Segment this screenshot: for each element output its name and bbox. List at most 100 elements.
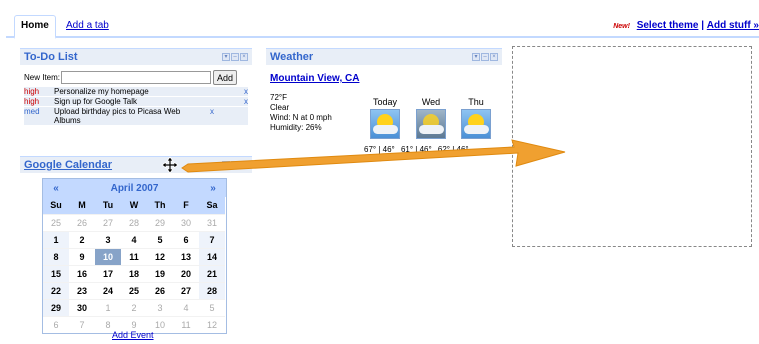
close-icon[interactable]: × [490, 53, 498, 61]
calendar-day[interactable]: 30 [173, 214, 199, 231]
current-humidity: Humidity: 26% [270, 123, 322, 132]
calendar-day[interactable]: 7 [69, 316, 95, 333]
calendar-day[interactable]: 25 [43, 214, 69, 231]
todo-item[interactable]: high Sign up for Google Talk x [24, 97, 248, 106]
calendar-day[interactable]: 29 [43, 299, 69, 316]
calendar-day[interactable]: 20 [173, 265, 199, 282]
weather-city-link[interactable]: Mountain View, CA [270, 73, 502, 84]
forecast-temp: 61° | 46° [400, 145, 432, 154]
close-icon[interactable]: × [240, 161, 248, 169]
menu-icon[interactable]: ▾ [472, 53, 480, 61]
select-theme-link[interactable]: Select theme [637, 20, 699, 31]
tab-home[interactable]: Home [14, 15, 56, 39]
day-of-week-label: F [173, 197, 199, 214]
calendar-day[interactable]: 3 [147, 299, 173, 316]
calendar-day[interactable]: 28 [121, 214, 147, 231]
minimize-icon[interactable]: – [231, 161, 239, 169]
remove-icon[interactable]: x [204, 107, 214, 125]
menu-icon[interactable]: ▾ [222, 161, 230, 169]
calendar-day[interactable]: 10 [95, 248, 121, 265]
weather-title: Weather [270, 51, 314, 63]
add-stuff-link[interactable]: Add stuff » [707, 20, 759, 31]
prev-month-button[interactable]: « [43, 183, 69, 194]
calendar-day[interactable]: 28 [199, 282, 225, 299]
calendar-day[interactable]: 4 [173, 299, 199, 316]
priority-label[interactable]: high [24, 87, 54, 96]
calendar-day[interactable]: 8 [43, 248, 69, 265]
remove-icon[interactable]: x [238, 97, 248, 106]
calendar-day[interactable]: 11 [121, 248, 147, 265]
calendar-day[interactable]: 1 [95, 299, 121, 316]
calendar-day[interactable]: 15 [43, 265, 69, 282]
day-of-week-label: M [69, 197, 95, 214]
tab-bar: Home Add a tab New! Select theme | Add s… [6, 10, 759, 39]
priority-label[interactable]: med [24, 107, 54, 125]
calendar-day[interactable]: 2 [69, 231, 95, 248]
calendar-day[interactable]: 26 [69, 214, 95, 231]
minimize-icon[interactable]: – [481, 53, 489, 61]
menu-icon[interactable]: ▾ [222, 53, 230, 61]
calendar-day[interactable]: 5 [199, 299, 225, 316]
mini-calendar: « April 2007 » Su M Tu W Th F Sa 25 26 27 28 29 30 31… [42, 178, 227, 334]
calendar-day[interactable]: 18 [121, 265, 147, 282]
forecast-temp: 62° | 46° [437, 145, 469, 154]
add-item-button[interactable]: Add [213, 70, 238, 85]
drop-target-placeholder[interactable] [512, 46, 752, 247]
calendar-day[interactable]: 27 [95, 214, 121, 231]
calendar-day[interactable]: 16 [69, 265, 95, 282]
calendar-day[interactable]: 26 [147, 282, 173, 299]
calendar-day[interactable]: 13 [173, 248, 199, 265]
todo-item[interactable]: med Upload birthday pics to Picasa Web A… [24, 107, 248, 125]
calendar-day[interactable]: 1 [43, 231, 69, 248]
calendar-day[interactable]: 9 [69, 248, 95, 265]
forecast-day-label: Wed [421, 97, 441, 107]
calendar-day[interactable]: 29 [147, 214, 173, 231]
calendar-day[interactable]: 7 [199, 231, 225, 248]
calendar-day[interactable]: 6 [43, 316, 69, 333]
add-event-link[interactable]: Add Event [112, 330, 154, 340]
day-of-week-label: Tu [95, 197, 121, 214]
calendar-day[interactable]: 22 [43, 282, 69, 299]
calendar-day[interactable]: 30 [69, 299, 95, 316]
next-month-button[interactable]: » [200, 183, 226, 194]
calendar-day[interactable]: 27 [173, 282, 199, 299]
weather-header[interactable]: Weather ▾ – × [266, 48, 502, 65]
forecast-temp: 67° | 46° [364, 145, 395, 154]
todo-text[interactable]: Sign up for Google Talk [54, 97, 238, 106]
close-icon[interactable]: × [240, 53, 248, 61]
calendar-title: Google Calendar [24, 159, 113, 171]
minimize-icon[interactable]: – [231, 53, 239, 61]
todo-text[interactable]: Upload birthday pics to Picasa Web Album… [54, 107, 204, 125]
remove-icon[interactable]: x [238, 87, 248, 96]
calendar-day[interactable]: 31 [199, 214, 225, 231]
calendar-day[interactable]: 12 [199, 316, 225, 333]
calendar-day[interactable]: 11 [173, 316, 199, 333]
calendar-header[interactable]: Google Calendar ▾ – × [20, 156, 252, 173]
todo-item[interactable]: high Personalize my homepage x [24, 87, 248, 96]
header-links: New! Select theme | Add stuff » [613, 16, 759, 37]
calendar-day[interactable]: 19 [147, 265, 173, 282]
new-item-input[interactable] [61, 71, 212, 84]
calendar-day[interactable]: 3 [95, 231, 121, 248]
calendar-grid: Su M Tu W Th F Sa 25 26 27 28 29 30 31 1 2 3 4 5 6 7 8 9 10 11 12… [43, 197, 226, 333]
calendar-day[interactable]: 5 [147, 231, 173, 248]
link-separator: | [701, 20, 704, 31]
calendar-day[interactable]: 24 [95, 282, 121, 299]
calendar-day[interactable]: 2 [121, 299, 147, 316]
calendar-day[interactable]: 4 [121, 231, 147, 248]
calendar-day[interactable]: 12 [147, 248, 173, 265]
priority-label[interactable]: high [24, 97, 54, 106]
calendar-day[interactable]: 17 [95, 265, 121, 282]
forecast-day-label: Thu [468, 97, 484, 107]
todo-header[interactable]: To-Do List ▾ – × [20, 48, 252, 65]
todo-title: To-Do List [24, 51, 78, 63]
todo-text[interactable]: Personalize my homepage [54, 87, 238, 96]
calendar-day[interactable]: 23 [69, 282, 95, 299]
calendar-day[interactable]: 6 [173, 231, 199, 248]
calendar-day[interactable]: 25 [121, 282, 147, 299]
calendar-day[interactable]: 21 [199, 265, 225, 282]
add-tab-link[interactable]: Add a tab [66, 16, 109, 36]
new-item-label: New Item: [24, 73, 61, 82]
forecast-temps: 67° | 46° 61° | 46° 62° | 46° [364, 145, 469, 154]
calendar-day[interactable]: 14 [199, 248, 225, 265]
